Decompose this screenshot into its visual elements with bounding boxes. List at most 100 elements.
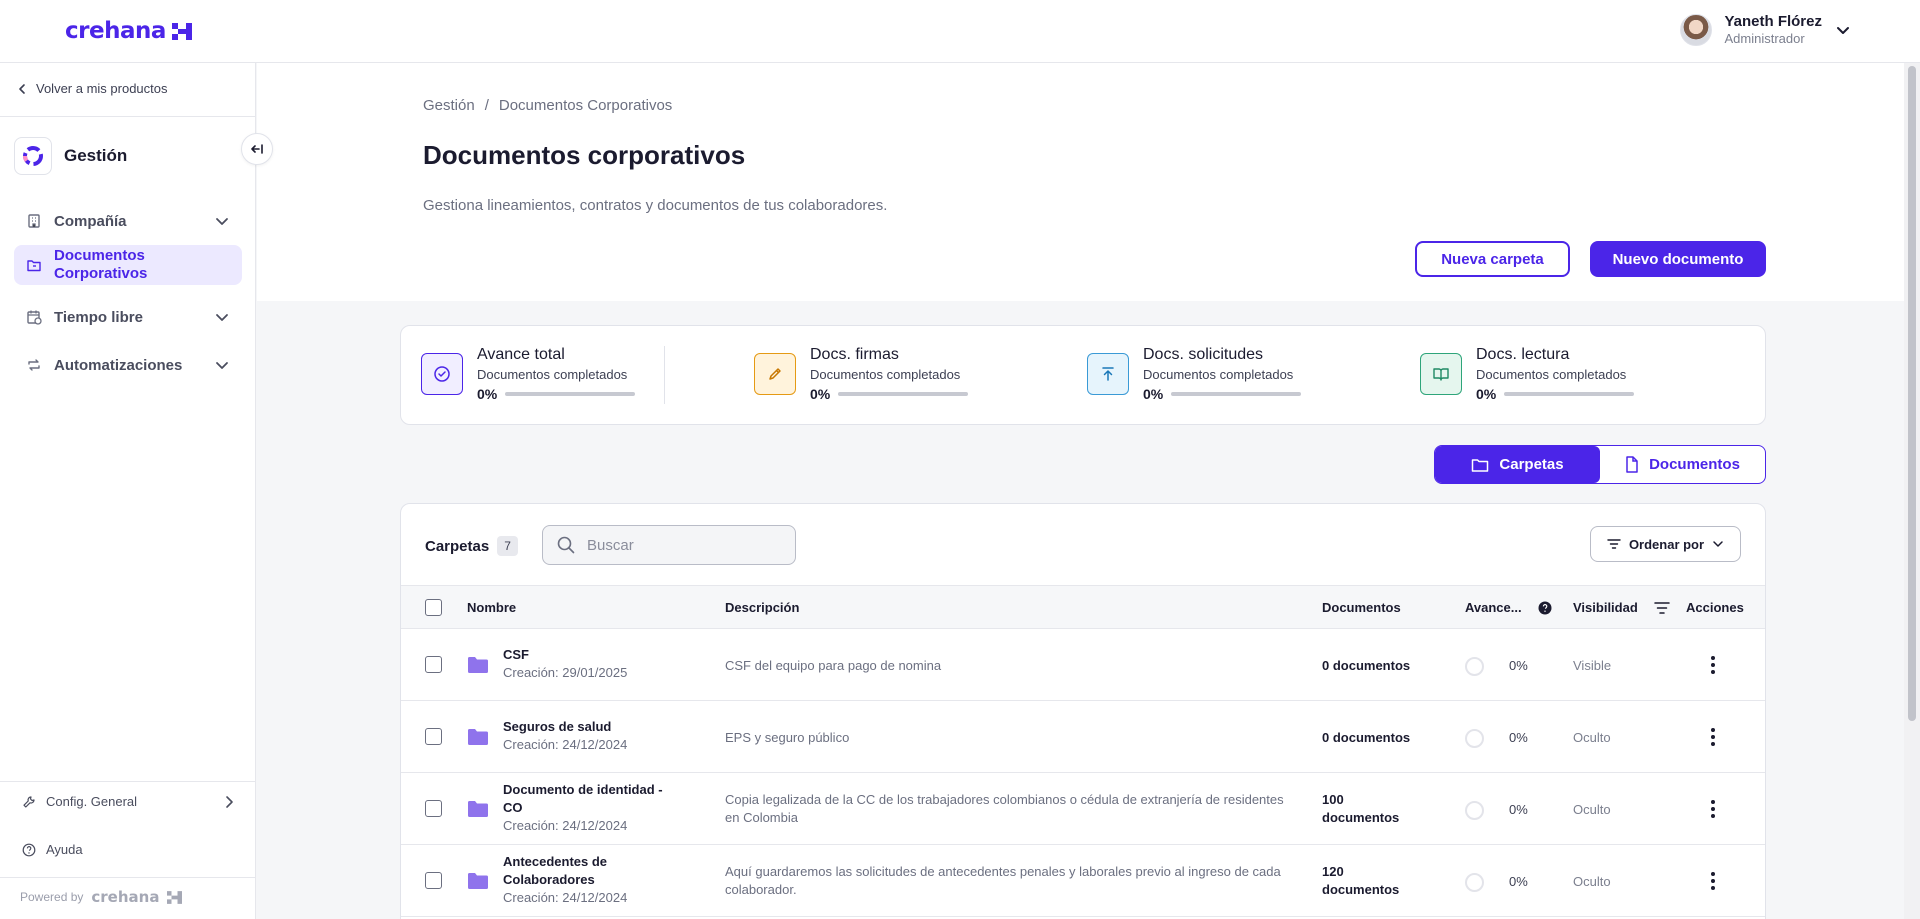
folder-description: Aquí guardaremos las solicitudes de ante… bbox=[725, 864, 1281, 897]
filter-lines-icon[interactable] bbox=[1654, 601, 1670, 615]
progress-ring bbox=[1465, 657, 1484, 676]
folder-icon bbox=[468, 729, 488, 745]
tab-carpetas[interactable]: Carpetas bbox=[1435, 446, 1600, 483]
column-header-visibility-label: Visibilidad bbox=[1573, 600, 1638, 615]
stat-subtitle: Documentos completados bbox=[1143, 367, 1294, 382]
more-actions-button[interactable] bbox=[1701, 867, 1725, 895]
sort-label: Ordenar por bbox=[1628, 536, 1705, 552]
column-header-name[interactable]: Nombre bbox=[467, 600, 516, 615]
folder-description: CSF del equipo para pago de nomina bbox=[725, 658, 942, 673]
row-checkbox[interactable] bbox=[425, 872, 442, 889]
crehana-logo[interactable]: crehana bbox=[65, 18, 192, 44]
powered-by-logo: crehana bbox=[91, 888, 160, 906]
progress-ring bbox=[1465, 801, 1484, 820]
sidebar-item-label: Compañía bbox=[54, 212, 127, 230]
folder-name[interactable]: Documento de identidad - CO bbox=[503, 781, 673, 817]
stat-subtitle: Documentos completados bbox=[810, 367, 961, 382]
table-row[interactable]: Documento de identidad - CO Creación: 24… bbox=[401, 773, 1765, 845]
stat-percent: 0% bbox=[810, 386, 831, 402]
stat-progress-bar bbox=[1171, 392, 1302, 396]
sidebar-item-automatizaciones[interactable]: Automatizaciones bbox=[14, 350, 242, 380]
repeat-icon bbox=[28, 359, 40, 371]
stat-docs-solicitudes: Docs. solicitudes Documentos completados… bbox=[1087, 346, 1302, 402]
progress-percent: 0% bbox=[1509, 874, 1528, 889]
filter-lines-icon bbox=[1607, 539, 1621, 549]
stat-title: Docs. solicitudes bbox=[1143, 346, 1264, 363]
powered-by-label: Powered by bbox=[20, 890, 84, 904]
tab-documentos[interactable]: Documentos bbox=[1600, 446, 1765, 483]
user-menu[interactable]: Yaneth Flórez Administrador bbox=[1680, 13, 1852, 46]
view-toggle: Carpetas Documentos bbox=[1434, 445, 1766, 484]
more-actions-button[interactable] bbox=[1701, 795, 1725, 823]
folder-doc-icon bbox=[27, 260, 41, 272]
chevron-down-icon bbox=[216, 362, 228, 369]
back-to-products-link[interactable]: Volver a mis productos bbox=[16, 81, 168, 96]
folder-description: Copia legalizada de la CC de los trabaja… bbox=[725, 792, 1284, 825]
new-folder-button[interactable]: Nueva carpeta bbox=[1415, 241, 1570, 277]
help-circle-icon[interactable] bbox=[1538, 601, 1552, 615]
calendar-clock-icon bbox=[27, 310, 42, 325]
collapse-sidebar-button[interactable] bbox=[241, 133, 273, 165]
column-header-visibility: Visibilidad bbox=[1573, 600, 1670, 615]
page-title: Documentos corporativos bbox=[423, 140, 746, 170]
document-count: 0 documentos bbox=[1322, 730, 1411, 745]
sidebar-item-tiempo-libre[interactable]: Tiempo libre bbox=[14, 302, 242, 332]
chevron-down-icon[interactable] bbox=[1834, 21, 1852, 39]
pencil-icon bbox=[754, 353, 796, 395]
config-general-link[interactable]: Config. General bbox=[22, 794, 236, 809]
column-header-description: Descripción bbox=[725, 600, 800, 615]
folder-name[interactable]: CSF bbox=[503, 646, 683, 664]
sort-button[interactable]: Ordenar por bbox=[1590, 526, 1741, 562]
folder-name[interactable]: Seguros de salud bbox=[503, 718, 683, 736]
creation-date: Creación: 29/01/2025 bbox=[503, 665, 628, 680]
stat-title: Docs. firmas bbox=[810, 346, 899, 363]
stat-progress-bar bbox=[838, 392, 969, 396]
breadcrumb-current: Documentos Corporativos bbox=[498, 97, 673, 114]
scrollbar-thumb[interactable] bbox=[1908, 66, 1916, 721]
table-row[interactable]: Seguros de salud Creación: 24/12/2024 EP… bbox=[401, 701, 1765, 773]
more-actions-button[interactable] bbox=[1701, 723, 1725, 751]
folder-name[interactable]: Antecedentes de Colaboradores bbox=[503, 853, 643, 889]
stat-percent: 0% bbox=[1476, 386, 1497, 402]
new-document-button[interactable]: Nuevo documento bbox=[1590, 241, 1766, 277]
stat-title: Avance total bbox=[477, 346, 565, 363]
folder-icon bbox=[1472, 458, 1489, 472]
stat-subtitle: Documentos completados bbox=[477, 367, 628, 382]
product-selector: Gestión bbox=[14, 137, 127, 175]
visibility-status: Visible bbox=[1573, 658, 1612, 673]
folder-description: EPS y seguro público bbox=[725, 730, 850, 745]
page-subtitle: Gestiona lineamientos, contratos y docum… bbox=[423, 197, 888, 214]
help-link[interactable]: Ayuda bbox=[22, 842, 236, 857]
progress-ring bbox=[1465, 729, 1484, 748]
user-role: Administrador bbox=[1724, 31, 1805, 46]
sidebar-item-documentos-corporativos[interactable]: Documentos Corporativos bbox=[14, 245, 242, 285]
table-row[interactable]: CSF Creación: 29/01/2025 CSF del equipo … bbox=[401, 629, 1765, 701]
select-all-checkbox[interactable] bbox=[425, 599, 442, 616]
folder-icon bbox=[468, 801, 488, 817]
config-general-label: Config. General bbox=[46, 794, 138, 809]
logo-mark-icon bbox=[171, 22, 192, 40]
creation-date: Creación: 24/12/2024 bbox=[503, 818, 628, 833]
table-title-label: Carpetas bbox=[425, 537, 490, 555]
logo-text: crehana bbox=[65, 18, 166, 44]
more-actions-button[interactable] bbox=[1701, 651, 1725, 679]
stat-avance-total: Avance total Documentos completados 0% bbox=[421, 346, 636, 402]
collapse-arrow-icon bbox=[251, 144, 263, 154]
row-checkbox[interactable] bbox=[425, 800, 442, 817]
chevron-down-icon bbox=[216, 314, 228, 321]
sidebar-item-compania[interactable]: Compañía bbox=[14, 206, 242, 236]
row-checkbox[interactable] bbox=[425, 656, 442, 673]
search-icon bbox=[557, 536, 575, 554]
tab-label: Carpetas bbox=[1499, 456, 1564, 473]
building-icon bbox=[28, 214, 40, 228]
row-checkbox[interactable] bbox=[425, 728, 442, 745]
search-input[interactable] bbox=[587, 536, 767, 554]
table-row[interactable]: Antecedentes de Colaboradores Creación: … bbox=[401, 845, 1765, 917]
sidebar-item-label: Automatizaciones bbox=[54, 356, 183, 374]
product-name: Gestión bbox=[64, 146, 128, 165]
wrench-icon bbox=[23, 795, 35, 808]
chevron-left-icon bbox=[19, 83, 25, 94]
breadcrumb: Gestión / Documentos Corporativos bbox=[423, 97, 672, 114]
chevron-right-icon bbox=[226, 795, 233, 808]
breadcrumb-root[interactable]: Gestión bbox=[423, 97, 475, 114]
